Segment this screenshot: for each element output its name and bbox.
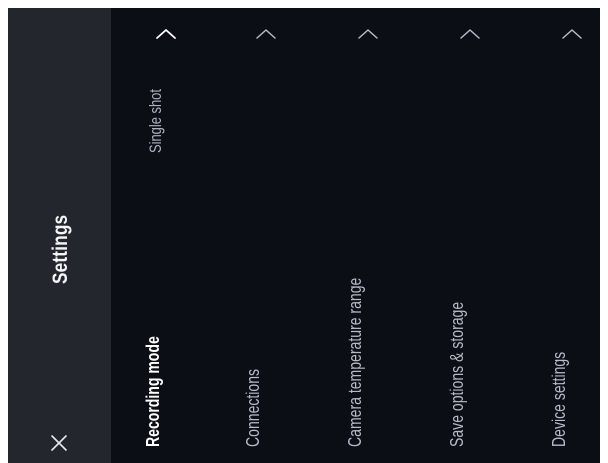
chevron-up-icon [253,26,279,42]
menu-item-label: Device settings [549,351,569,447]
menu-item-save-options-storage[interactable]: Save options & storage [415,8,515,463]
settings-screen: Settings Single shot Recording mode Conn… [8,8,600,463]
menu-item-label: Recording mode [143,336,163,447]
menu-item-label: Camera temperature range [345,277,365,447]
chevron-up-icon [457,26,483,42]
page-title: Settings [49,214,72,284]
chevron-up-icon [355,26,381,42]
settings-sidebar: Settings [8,8,111,463]
chevron-up-icon [153,26,179,42]
menu-item-connections[interactable]: Connections [211,8,311,463]
menu-item-camera-temperature-range[interactable]: Camera temperature range [313,8,413,463]
recording-mode-value: Single shot [146,89,165,153]
close-icon [51,435,67,451]
chevron-up-icon [559,26,585,42]
menu-item-label: Connections [243,368,263,447]
menu-item-label: Save options & storage [447,301,467,447]
menu-item-recording-mode[interactable]: Single shot Recording mode [111,8,211,463]
close-button[interactable] [44,428,74,458]
menu-item-device-settings[interactable]: Device settings [517,8,600,463]
